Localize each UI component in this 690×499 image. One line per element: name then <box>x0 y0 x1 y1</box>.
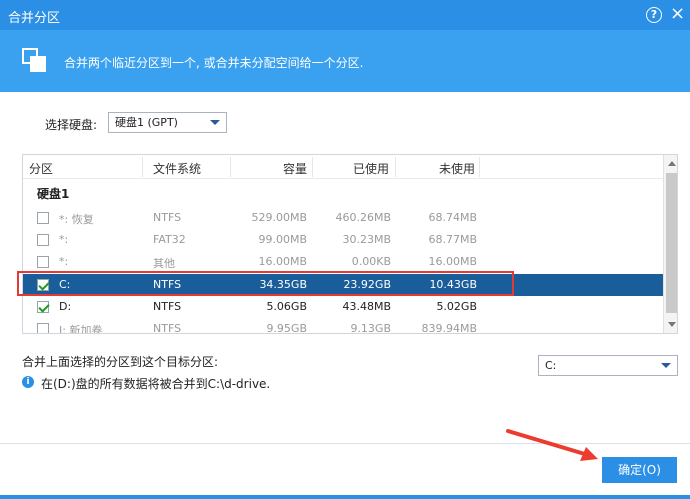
table-row[interactable]: I: 新加卷 NTFS 9.95GB 9.13GB 839.94MB <box>23 318 663 334</box>
column-header-free: 未使用 <box>438 162 475 176</box>
cell-used: 43.48MB <box>342 300 391 313</box>
cell-capacity: 99.00MB <box>258 233 307 246</box>
cell-partition: *: <box>59 233 69 246</box>
title-bar: 合并分区 ? × <box>0 0 690 30</box>
info-message: 在(D:)盘的所有数据将被合并到C:\d-drive. <box>41 377 271 391</box>
ok-button[interactable]: 确定(O) <box>602 457 677 483</box>
cell-capacity: 5.06GB <box>266 300 307 313</box>
table-row[interactable]: *: 其他 16.00MB 0.00KB 16.00MB <box>23 251 663 273</box>
partition-table: 分区 文件系统 容量 已使用 未使用 硬盘1 *: 恢复 NTFS 529.00… <box>22 154 678 334</box>
cell-used: 30.23MB <box>342 233 391 246</box>
column-header-filesystem: 文件系统 <box>153 162 202 176</box>
bottom-accent-bar <box>0 495 690 499</box>
cell-partition: D: <box>59 300 72 313</box>
cell-filesystem: NTFS <box>153 211 182 224</box>
row-checkbox[interactable] <box>37 212 49 224</box>
merge-partition-icon <box>22 48 46 72</box>
target-partition-select[interactable]: C: <box>538 355 678 376</box>
target-select-value: C: <box>545 359 557 372</box>
annotation-arrow-icon <box>506 429 598 461</box>
vertical-scrollbar[interactable] <box>663 155 677 333</box>
row-checkbox[interactable] <box>37 256 49 268</box>
cell-filesystem: NTFS <box>153 322 182 334</box>
row-checkbox[interactable] <box>37 301 49 313</box>
column-header-partition: 分区 <box>29 162 54 176</box>
cell-partition: *: 恢复 <box>59 213 94 226</box>
banner-description: 合并两个临近分区到一个, 或合并未分配空间给一个分区. <box>64 56 364 70</box>
row-checkbox[interactable] <box>37 234 49 246</box>
window-title: 合并分区 <box>8 11 61 26</box>
cell-filesystem: 其他 <box>153 257 175 270</box>
cell-partition: *: <box>59 255 69 268</box>
column-header-used: 已使用 <box>352 162 389 176</box>
cell-free: 5.02GB <box>436 300 477 313</box>
cell-used: 460.26MB <box>335 211 391 224</box>
cell-capacity: 16.00MB <box>258 255 307 268</box>
close-icon[interactable]: × <box>670 4 685 24</box>
cell-used: 9.13GB <box>350 322 391 334</box>
cell-free: 16.00MB <box>428 255 477 268</box>
chevron-down-icon <box>661 363 671 368</box>
annotation-highlight-box <box>17 271 514 296</box>
cell-free: 839.94MB <box>421 322 477 334</box>
target-partition-label: 合并上面选择的分区到这个目标分区: <box>22 355 219 369</box>
cell-filesystem: NTFS <box>153 300 182 313</box>
info-icon: i <box>22 376 34 388</box>
cell-partition: I: 新加卷 <box>59 324 103 334</box>
disk-group-label: 硬盘1 <box>37 187 70 201</box>
question-icon[interactable]: ? <box>646 7 662 23</box>
cell-capacity: 529.00MB <box>251 211 307 224</box>
cell-free: 68.74MB <box>428 211 477 224</box>
cell-used: 0.00KB <box>351 255 391 268</box>
scroll-up-icon[interactable] <box>668 161 676 166</box>
cell-capacity: 9.95GB <box>266 322 307 334</box>
scroll-down-icon[interactable] <box>668 322 676 327</box>
table-header: 分区 文件系统 容量 已使用 未使用 <box>23 155 663 179</box>
row-checkbox[interactable] <box>37 323 49 333</box>
disk-select-label: 选择硬盘: <box>45 118 98 132</box>
table-row[interactable]: *: FAT32 99.00MB 30.23MB 68.77MB <box>23 229 663 251</box>
cell-free: 68.77MB <box>428 233 477 246</box>
table-row[interactable]: D: NTFS 5.06GB 43.48MB 5.02GB <box>23 296 663 318</box>
cell-filesystem: FAT32 <box>153 233 186 246</box>
banner: 合并两个临近分区到一个, 或合并未分配空间给一个分区. <box>0 30 690 92</box>
chevron-down-icon <box>210 120 220 125</box>
table-row[interactable]: *: 恢复 NTFS 529.00MB 460.26MB 68.74MB <box>23 207 663 229</box>
column-header-capacity: 容量 <box>282 162 307 176</box>
disk-select[interactable]: 硬盘1 (GPT) <box>108 112 227 133</box>
disk-select-value: 硬盘1 (GPT) <box>115 116 178 129</box>
scroll-thumb[interactable] <box>666 173 677 313</box>
